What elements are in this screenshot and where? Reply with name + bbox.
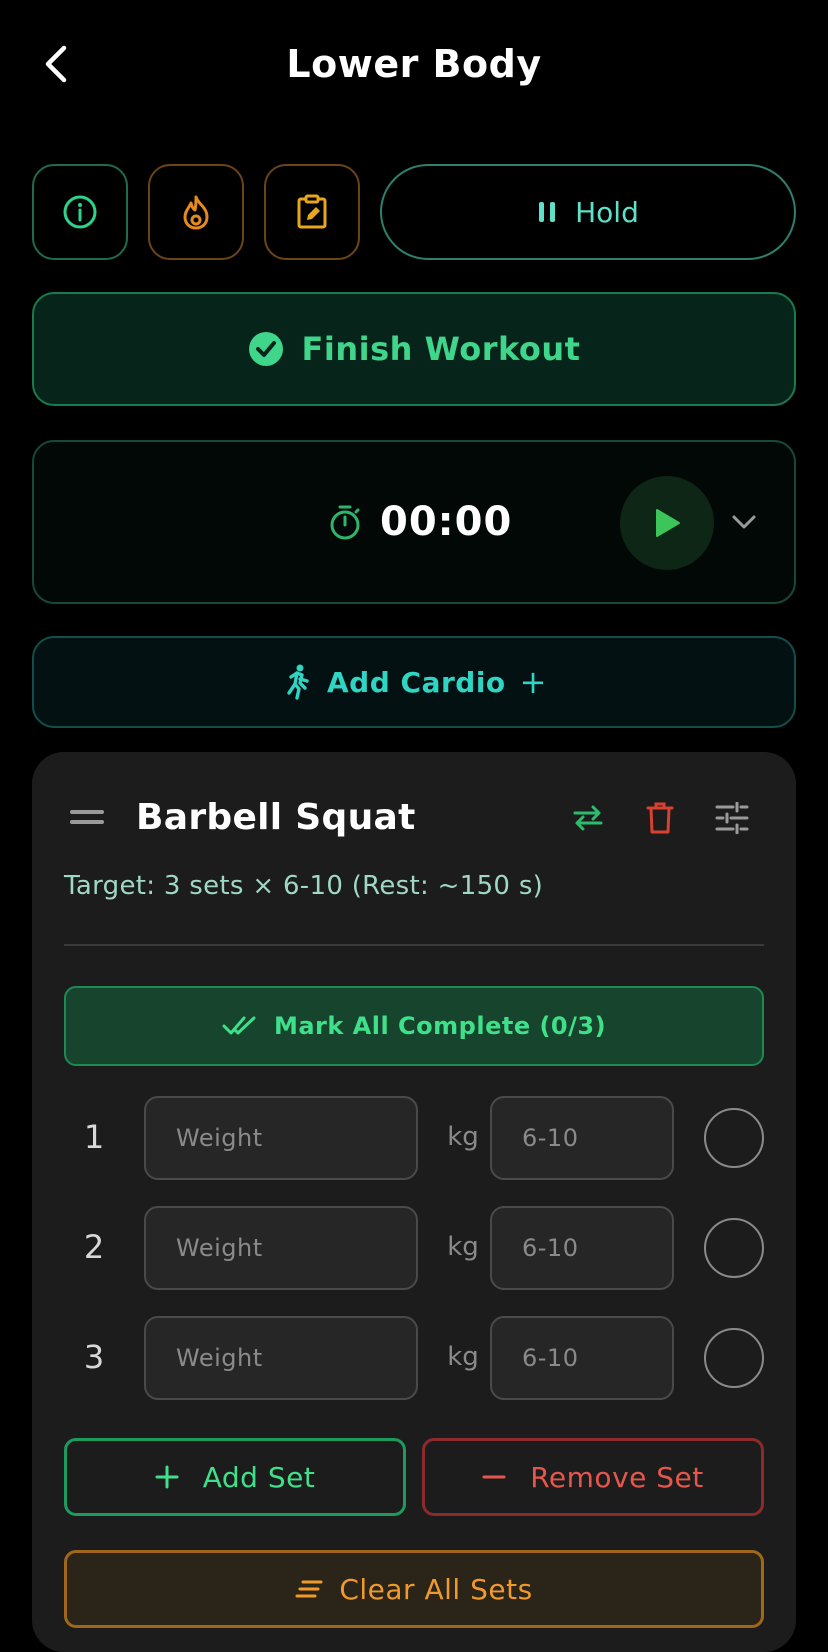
timer-play-button[interactable] xyxy=(620,476,714,570)
finish-workout-label: Finish Workout xyxy=(301,330,581,368)
exercise-target: Target: 3 sets × 6-10 (Rest: ~150 s) xyxy=(64,871,544,901)
minus-icon xyxy=(482,1475,506,1479)
add-set-button[interactable]: Add Set xyxy=(64,1438,406,1516)
weight-unit: kg xyxy=(447,1122,479,1152)
exercise-settings-button[interactable] xyxy=(708,794,756,842)
timer-value: 00:00 xyxy=(380,499,513,545)
add-cardio-button[interactable]: Add Cardio + xyxy=(32,636,796,728)
weight-unit: kg xyxy=(447,1232,479,1262)
streak-button[interactable] xyxy=(148,164,244,260)
reps-input[interactable]: 6-10 xyxy=(490,1096,674,1180)
set-number: 2 xyxy=(83,1228,105,1266)
hold-button[interactable]: Hold xyxy=(380,164,796,260)
info-button[interactable] xyxy=(32,164,128,260)
tune-icon xyxy=(715,802,749,834)
page-title: Lower Body xyxy=(286,42,542,86)
set-number: 3 xyxy=(83,1338,105,1376)
chevron-down-icon xyxy=(732,515,756,529)
add-set-label: Add Set xyxy=(202,1460,316,1494)
set-complete-checkbox[interactable] xyxy=(704,1108,764,1168)
mark-all-label: Mark All Complete (0/3) xyxy=(273,1012,607,1040)
set-complete-checkbox[interactable] xyxy=(704,1328,764,1388)
set-number: 1 xyxy=(83,1118,105,1156)
info-icon xyxy=(63,195,97,229)
weight-input[interactable]: Weight xyxy=(144,1316,418,1400)
swap-exercise-button[interactable] xyxy=(564,794,612,842)
finish-workout-button[interactable]: Finish Workout xyxy=(32,292,796,406)
plus-icon xyxy=(155,1465,179,1489)
clear-all-sets-button[interactable]: Clear All Sets xyxy=(64,1550,764,1628)
play-icon xyxy=(656,509,680,537)
reps-input[interactable]: 6-10 xyxy=(490,1206,674,1290)
exercise-name: Barbell Squat xyxy=(136,797,416,838)
weight-unit: kg xyxy=(447,1342,479,1372)
stopwatch-icon xyxy=(330,505,360,540)
add-cardio-label: Add Cardio xyxy=(327,665,506,699)
clear-all-icon xyxy=(295,1580,323,1598)
weight-input[interactable]: Weight xyxy=(144,1206,418,1290)
rest-timer: 00:00 xyxy=(32,440,796,604)
hold-label: Hold xyxy=(575,195,639,229)
timer-expand-button[interactable] xyxy=(724,502,764,542)
clear-all-label: Clear All Sets xyxy=(339,1572,533,1606)
clipboard-edit-icon xyxy=(297,194,327,229)
remove-set-button[interactable]: Remove Set xyxy=(422,1438,764,1516)
set-complete-checkbox[interactable] xyxy=(704,1218,764,1278)
drag-handle-icon[interactable] xyxy=(70,808,104,828)
flame-icon xyxy=(183,195,209,230)
reps-input[interactable]: 6-10 xyxy=(490,1316,674,1400)
trash-icon xyxy=(646,802,674,834)
remove-set-label: Remove Set xyxy=(530,1460,704,1494)
notes-button[interactable] xyxy=(264,164,360,260)
add-cardio-plus: + xyxy=(519,663,547,701)
double-check-icon xyxy=(222,1016,256,1035)
delete-exercise-button[interactable] xyxy=(636,794,684,842)
running-icon xyxy=(287,664,309,700)
swap-icon xyxy=(573,805,603,831)
pause-icon xyxy=(539,202,556,222)
weight-input[interactable]: Weight xyxy=(144,1096,418,1180)
mark-all-complete-button[interactable]: Mark All Complete (0/3) xyxy=(64,986,764,1066)
divider xyxy=(64,944,764,946)
check-circle-icon xyxy=(248,332,283,366)
